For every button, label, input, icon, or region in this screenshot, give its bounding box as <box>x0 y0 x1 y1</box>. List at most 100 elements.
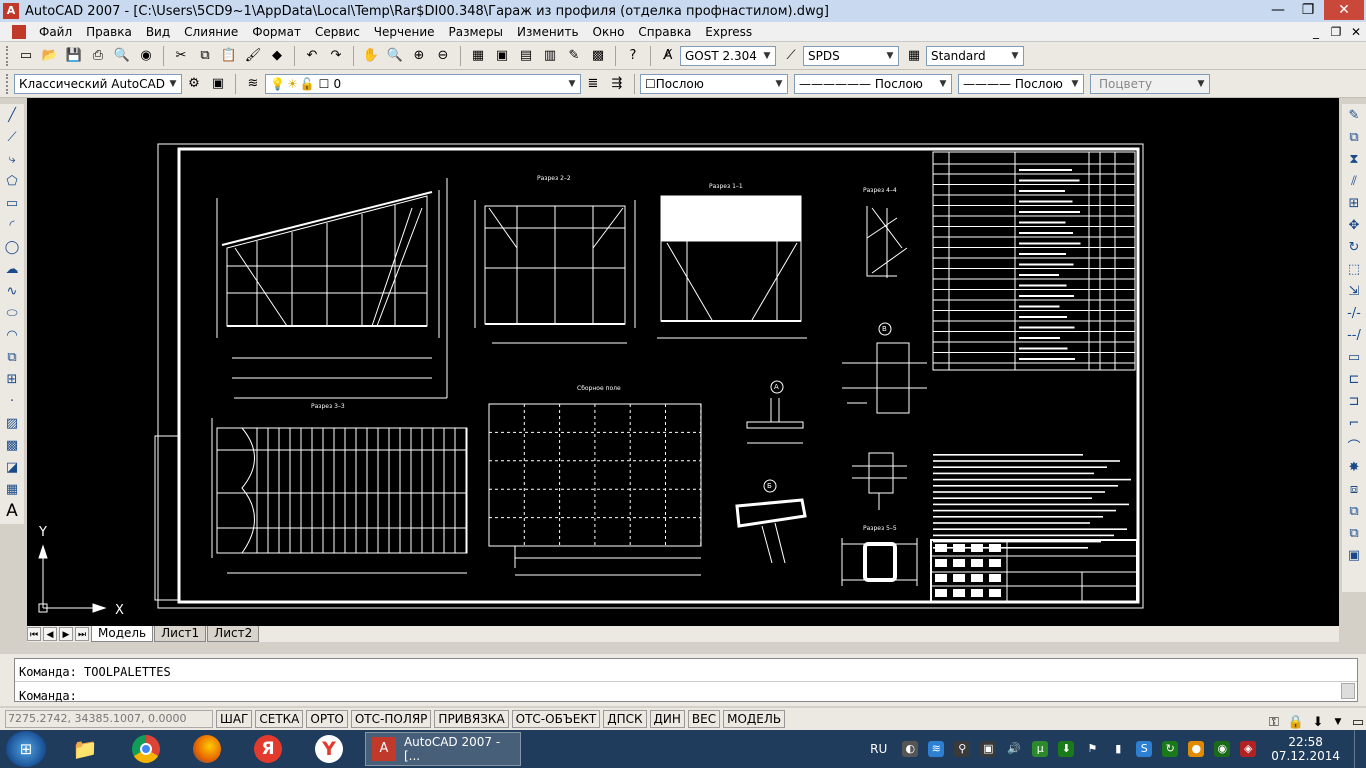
copy-object-icon[interactable]: ⧉ <box>1344 126 1364 148</box>
menu-item-1[interactable]: Правка <box>79 22 139 42</box>
toolpalettes-icon[interactable]: ▤ <box>515 45 537 67</box>
command-prompt[interactable]: Команда: <box>19 689 77 703</box>
stack-icon[interactable]: ⧉ <box>1344 500 1364 522</box>
tray-monitor-icon[interactable]: ▣ <box>980 741 997 757</box>
hatch-icon[interactable]: ▨ <box>2 412 22 434</box>
minimize-button[interactable]: — <box>1264 0 1292 20</box>
status-toggle-6[interactable]: ДПСК <box>603 710 647 728</box>
lock-icon[interactable]: 🔓 <box>300 77 315 91</box>
ellipse-arc-icon[interactable]: ◠ <box>2 324 22 346</box>
menu-item-5[interactable]: Сервис <box>308 22 367 42</box>
chrome-taskbar-icon[interactable] <box>124 732 168 766</box>
toolbar-grip[interactable] <box>6 45 10 66</box>
coordinates-readout[interactable]: 7275.2742, 34385.1007, 0.0000 <box>5 710 213 728</box>
save-icon[interactable]: 💾 <box>63 45 85 67</box>
status-toggle-5[interactable]: ОТС-ОБЪЕКТ <box>511 710 601 728</box>
markup-icon[interactable]: ✎ <box>563 45 585 67</box>
erase-icon[interactable]: ✎ <box>1344 104 1364 126</box>
tray-antivirus-icon[interactable]: ◈ <box>1240 741 1257 757</box>
revcloud-icon[interactable]: ☁ <box>2 258 22 280</box>
dim-style-icon[interactable]: ⟋ <box>780 45 802 67</box>
tray-utorrent-icon[interactable]: µ <box>1032 741 1049 757</box>
linetype-dropdown[interactable]: —————— Послою ▼ <box>794 73 952 94</box>
preview-icon[interactable]: 🔍 <box>111 45 133 67</box>
chevron-down-icon[interactable]: ▼ <box>771 75 787 93</box>
chevron-down-icon[interactable]: ▼ <box>882 47 898 65</box>
mirror-icon[interactable]: ⧗ <box>1344 148 1364 170</box>
break-at-point-icon[interactable]: ▭ <box>1344 346 1364 368</box>
doc-restore-button[interactable]: ❐ <box>1326 24 1346 40</box>
table-icon[interactable]: ▦ <box>2 478 22 500</box>
workspace-save-icon[interactable]: ▣ <box>207 73 229 95</box>
zoom-window-icon[interactable]: ⊕ <box>408 45 430 67</box>
document-icon[interactable] <box>12 24 26 39</box>
undo-icon[interactable]: ↶ <box>301 45 323 67</box>
properties-icon[interactable]: ▦ <box>467 45 489 67</box>
join-icon[interactable]: ⊐ <box>1344 390 1364 412</box>
tray-update-icon[interactable]: ↻ <box>1162 741 1179 757</box>
system-clock[interactable]: 22:58 07.12.2014 <box>1271 735 1340 763</box>
command-window[interactable]: Команда: TOOLPALETTES Команда: <box>14 658 1358 703</box>
tray-signal-icon[interactable]: ▮ <box>1110 741 1126 757</box>
send-back-icon[interactable]: ▣ <box>1344 544 1364 566</box>
trim-icon[interactable]: -/- <box>1344 302 1364 324</box>
autocad-taskbar-button[interactable]: A AutoCAD 2007 - [... <box>365 732 521 766</box>
layer-previous-icon[interactable]: ≣ <box>582 73 604 95</box>
workspace-settings-icon[interactable]: ⚙ <box>183 73 205 95</box>
arc-icon[interactable]: ◜ <box>2 214 22 236</box>
toolbar-grip[interactable] <box>6 73 10 94</box>
make-current-layer-icon[interactable]: ⇶ <box>606 73 628 95</box>
prev-layout-icon[interactable]: ◀ <box>43 627 57 641</box>
doc-close-button[interactable]: ✕ <box>1346 24 1366 40</box>
scale-icon[interactable]: ⬚ <box>1344 258 1364 280</box>
tray-flag-icon[interactable]: ⚑ <box>1084 741 1100 757</box>
pan-icon[interactable]: ✋ <box>360 45 382 67</box>
spline-icon[interactable]: ∿ <box>2 280 22 302</box>
insert-block-icon[interactable]: ⧉ <box>2 346 22 368</box>
line-icon[interactable]: ╱ <box>2 104 22 126</box>
designcenter-icon[interactable]: ▣ <box>491 45 513 67</box>
make-block-icon[interactable]: ⊞ <box>2 368 22 390</box>
last-layout-icon[interactable]: ⏭ <box>75 627 89 641</box>
status-toggle-1[interactable]: СЕТКА <box>255 710 304 728</box>
zoom-previous-icon[interactable]: ⊖ <box>432 45 454 67</box>
chevron-down-icon[interactable]: ▼ <box>759 47 775 65</box>
region-icon[interactable]: ◪ <box>2 456 22 478</box>
tray-connect-icon[interactable]: ⚲ <box>954 741 971 757</box>
chevron-down-icon[interactable]: ▼ <box>935 75 951 93</box>
command-scrollbar[interactable] <box>1341 683 1355 699</box>
autocad-app-icon[interactable]: A <box>3 3 19 19</box>
tray-skype-icon[interactable]: S <box>1136 741 1153 757</box>
tray-app-icon[interactable]: ◐ <box>902 741 919 757</box>
draworder-icon[interactable]: ⧈ <box>1344 478 1364 500</box>
workspace-dropdown[interactable]: Классический AutoCAD ▼ <box>14 73 182 94</box>
color-dropdown[interactable]: ☐ Послою ▼ <box>640 73 788 94</box>
chevron-down-icon[interactable]: ▼ <box>564 75 580 93</box>
status-toggle-7[interactable]: ДИН <box>649 710 685 728</box>
matchprop-icon[interactable]: 🖌 <box>242 45 264 67</box>
text-style-icon[interactable]: A̸ <box>657 45 679 67</box>
multiline-text-icon[interactable]: A <box>2 500 22 522</box>
blockedit-icon[interactable]: ◆ <box>266 45 288 67</box>
next-layout-icon[interactable]: ▶ <box>59 627 73 641</box>
menu-item-4[interactable]: Формат <box>245 22 308 42</box>
open-icon[interactable]: 📂 <box>39 45 61 67</box>
yandex-taskbar-icon[interactable]: Я <box>246 732 290 766</box>
menu-item-7[interactable]: Размеры <box>442 22 511 42</box>
break-icon[interactable]: ⊏ <box>1344 368 1364 390</box>
start-button[interactable]: ⊞ <box>6 731 46 767</box>
first-layout-icon[interactable]: ⏮ <box>27 627 41 641</box>
copy-icon[interactable]: ⧉ <box>194 45 216 67</box>
sheetset-icon[interactable]: ▥ <box>539 45 561 67</box>
offset-icon[interactable]: ⫽ <box>1344 170 1364 192</box>
tab-sheet2[interactable]: Лист2 <box>207 626 260 642</box>
status-toggle-8[interactable]: ВЕС <box>687 710 721 728</box>
lightbulb-icon[interactable]: 💡 <box>270 77 285 91</box>
paste-icon[interactable]: 📋 <box>218 45 240 67</box>
status-toggle-0[interactable]: ШАГ <box>216 710 253 728</box>
yandex-browser-taskbar-icon[interactable]: Y <box>307 732 351 766</box>
tray-odnoklassniki-icon[interactable]: ● <box>1188 741 1205 757</box>
menu-item-0[interactable]: Файл <box>32 22 79 42</box>
point-icon[interactable]: · <box>2 390 22 412</box>
tab-model[interactable]: Модель <box>91 626 154 642</box>
